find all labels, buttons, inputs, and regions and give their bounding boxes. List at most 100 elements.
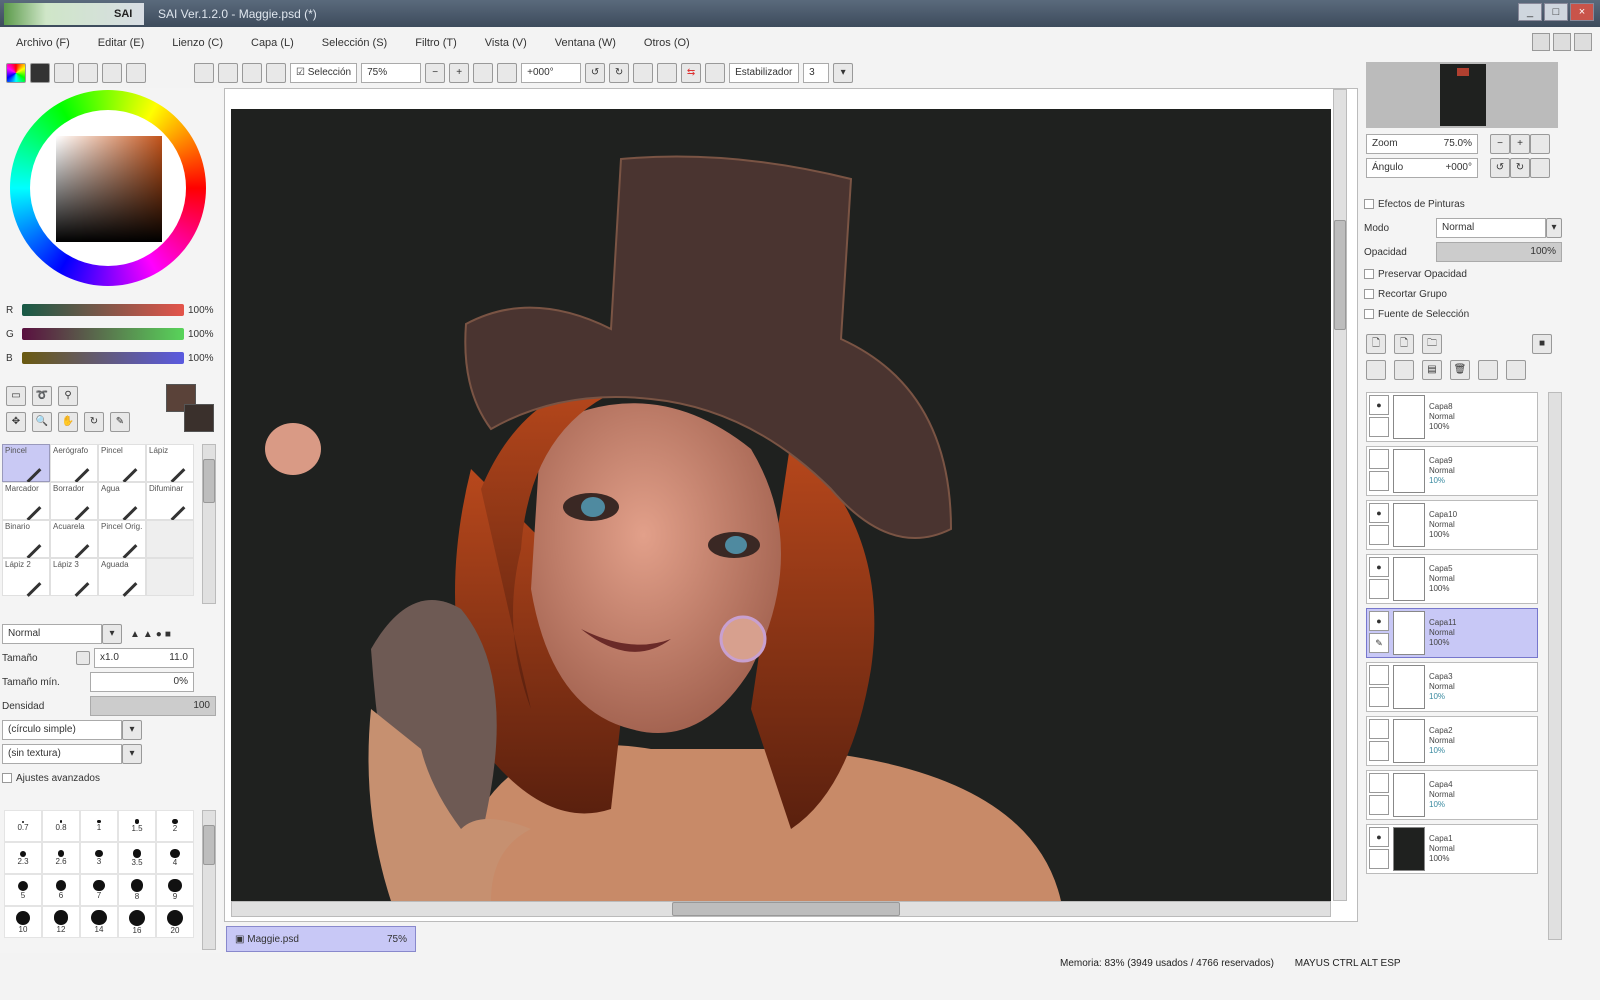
tool-9[interactable]: Acuarela [50, 520, 98, 559]
menu-view[interactable]: Vista (V) [479, 37, 549, 49]
swatches-toggle[interactable] [102, 63, 122, 83]
tool-5[interactable]: Borrador [50, 482, 98, 521]
menu-edit[interactable]: Editar (E) [92, 37, 166, 49]
stabilizer-dropdown-icon[interactable]: ▾ [833, 63, 854, 83]
dot-size-cell[interactable]: 9 [156, 874, 194, 906]
layer-menu-icon[interactable]: ■ [1532, 334, 1552, 354]
rotate-right-button[interactable]: ↻ [609, 63, 630, 83]
selection-source-checkbox[interactable] [1364, 309, 1374, 319]
scratchpad-toggle[interactable] [126, 63, 146, 83]
eyedropper-icon[interactable]: ✎ [110, 412, 130, 432]
slider-r-track[interactable] [22, 304, 184, 316]
zoom-fit-button[interactable] [473, 63, 494, 83]
flip-button[interactable] [657, 63, 678, 83]
layer-down-icon[interactable] [1506, 360, 1526, 380]
transfer-down-icon[interactable] [1366, 360, 1386, 380]
menu-file[interactable]: Archivo (F) [10, 37, 92, 49]
layer-item[interactable]: Capa2 Normal 10% [1366, 716, 1538, 766]
tool-7[interactable]: Difuminar [146, 482, 194, 521]
tool-scrollbar[interactable] [202, 444, 216, 604]
dot-size-cell[interactable]: 0.8 [42, 810, 80, 842]
secondary-color-swatch[interactable] [184, 404, 214, 432]
rotate-left-button[interactable]: ↺ [585, 63, 606, 83]
layer-opacity-slider[interactable]: 100% [1436, 242, 1562, 262]
visibility-eye-icon[interactable]: ● [1369, 503, 1389, 523]
size-field[interactable]: x1.0 11.0 [94, 648, 194, 668]
slider-g-track[interactable] [22, 328, 184, 340]
zoom-icon[interactable]: 🔍 [32, 412, 52, 432]
blend-mode-dropdown-icon[interactable]: ▾ [102, 624, 122, 644]
dot-size-cell[interactable]: 6 [42, 874, 80, 906]
brush-shape-icons[interactable]: ▲▲●■ [130, 629, 174, 640]
dot-size-cell[interactable]: 8 [118, 874, 156, 906]
new-folder-icon[interactable]: 🗀 [1422, 334, 1442, 354]
dot-size-cell[interactable]: 14 [80, 906, 118, 938]
layer-item[interactable]: Capa9 Normal 10% [1366, 446, 1538, 496]
layer-mode-dropdown-icon[interactable]: ▾ [1546, 218, 1562, 238]
deselect-button[interactable] [194, 63, 214, 83]
advanced-settings-checkbox[interactable] [2, 773, 12, 783]
navigator-preview[interactable] [1366, 62, 1558, 128]
saturation-value-square[interactable] [56, 136, 162, 242]
mdi-minimize-button[interactable] [1532, 33, 1550, 51]
undo-button[interactable] [242, 63, 262, 83]
canvas-horizontal-scrollbar[interactable] [231, 901, 1331, 917]
layer-lock-icon[interactable] [1369, 471, 1389, 491]
zoom-in-button[interactable]: + [449, 63, 470, 83]
rotate-reset-button[interactable] [633, 63, 654, 83]
layer-item[interactable]: ● Capa10 Normal 100% [1366, 500, 1538, 550]
color-square-toggle[interactable] [30, 63, 50, 83]
menu-canvas[interactable]: Lienzo (C) [166, 37, 245, 49]
tool-15[interactable] [146, 558, 194, 596]
new-linework-layer-icon[interactable]: 🗋 [1394, 334, 1414, 354]
dot-size-cell[interactable]: 3 [80, 842, 118, 874]
tool-10[interactable]: Pincel Orig. [98, 520, 146, 559]
nav-rotate-right-button[interactable]: ↻ [1510, 158, 1530, 178]
nav-angle-slider[interactable]: Ángulo +000° [1366, 158, 1478, 178]
menu-selection[interactable]: Selección (S) [316, 37, 409, 49]
maximize-button[interactable]: □ [1544, 3, 1568, 21]
zoom-out-button[interactable]: − [425, 63, 446, 83]
layer-item[interactable]: ● Capa8 Normal 100% [1366, 392, 1538, 442]
layer-lock-icon[interactable] [1369, 417, 1389, 437]
tool-14[interactable]: Aguada [98, 558, 146, 597]
layer-lock-icon[interactable] [1369, 741, 1389, 761]
dot-size-cell[interactable]: 4 [156, 842, 194, 874]
visibility-eye-icon[interactable] [1369, 449, 1389, 469]
hand-icon[interactable]: ✋ [58, 412, 78, 432]
menu-layer[interactable]: Capa (L) [245, 37, 316, 49]
dot-size-cell[interactable]: 10 [4, 906, 42, 938]
layer-lock-icon[interactable] [1369, 795, 1389, 815]
brush-shape-select[interactable]: (círculo simple) [2, 720, 122, 740]
flip-horizontal-icon[interactable]: ⇆ [681, 63, 702, 83]
tool-2[interactable]: Pincel [98, 444, 146, 483]
lasso-icon[interactable]: ➰ [32, 386, 52, 406]
dot-size-cell[interactable]: 12 [42, 906, 80, 938]
visibility-eye-icon[interactable]: ● [1369, 827, 1389, 847]
menu-others[interactable]: Otros (O) [638, 37, 712, 49]
rotate-icon[interactable]: ↻ [84, 412, 104, 432]
rotation-field[interactable]: +000° [521, 63, 582, 83]
brush-texture-select[interactable]: (sin textura) [2, 744, 122, 764]
dot-size-cell[interactable]: 16 [118, 906, 156, 938]
zoom-field[interactable]: 75% [361, 63, 422, 83]
dot-size-scrollbar[interactable] [202, 810, 216, 950]
mdi-close-button[interactable] [1574, 33, 1592, 51]
layer-item[interactable]: ● Capa5 Normal 100% [1366, 554, 1538, 604]
nav-rotate-reset-button[interactable] [1530, 158, 1550, 178]
redo-button[interactable] [266, 63, 286, 83]
invert-selection-button[interactable] [218, 63, 238, 83]
brush-shape-dropdown-icon[interactable]: ▾ [122, 720, 142, 740]
close-button[interactable]: × [1570, 3, 1594, 21]
canvas-vertical-scrollbar[interactable] [1333, 89, 1347, 901]
color-wheel-toggle[interactable] [6, 63, 26, 83]
tool-0[interactable]: Pincel [2, 444, 50, 483]
tool-4[interactable]: Marcador [2, 482, 50, 521]
layer-lock-icon[interactable] [1369, 687, 1389, 707]
layer-lock-icon[interactable] [1369, 849, 1389, 869]
dot-size-cell[interactable]: 0.7 [4, 810, 42, 842]
preserve-opacity-checkbox[interactable] [1364, 269, 1374, 279]
dot-size-cell[interactable]: 7 [80, 874, 118, 906]
new-layer-icon[interactable]: 🗋 [1366, 334, 1386, 354]
min-size-field[interactable]: 0% [90, 672, 194, 692]
